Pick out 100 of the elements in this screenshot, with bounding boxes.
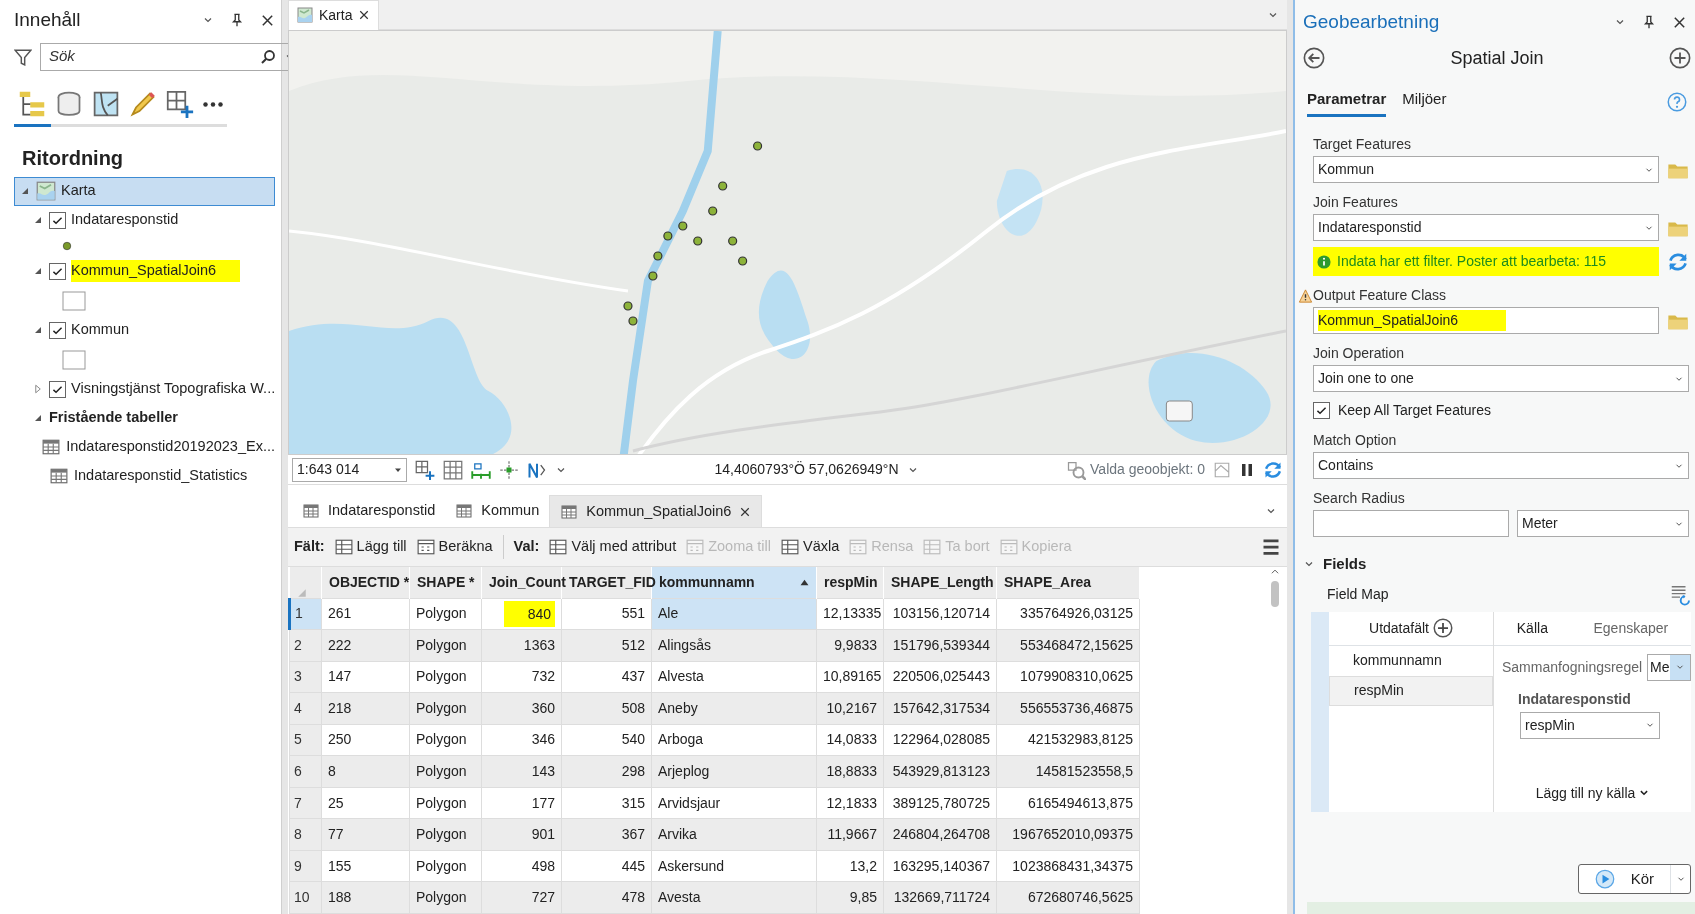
tree-item[interactable]: Karta	[14, 176, 275, 206]
pane-tab[interactable]: Parametrar	[1307, 87, 1387, 117]
row-number[interactable]: 5	[289, 724, 322, 756]
table-tab[interactable]: Kommun_SpatialJoin6	[549, 495, 763, 527]
refresh-icon[interactable]	[1263, 459, 1283, 480]
pane-tab[interactable]: Miljöer	[1402, 87, 1447, 117]
column-header[interactable]: respMin	[816, 567, 884, 598]
close-icon[interactable]	[1672, 14, 1687, 30]
input-field[interactable]	[1313, 510, 1509, 537]
checkbox[interactable]	[49, 211, 66, 229]
field-label: Match Option	[1313, 431, 1397, 450]
table-tab[interactable]: Indataresponstid	[292, 495, 446, 527]
row-number[interactable]: 1	[289, 598, 322, 630]
filter-icon[interactable]	[14, 47, 32, 66]
scale-field[interactable]: 1:643 014	[292, 457, 407, 482]
table-cell: 13,2	[816, 850, 884, 882]
toolbar-button[interactable]: Lägg till	[334, 536, 407, 558]
table-tool-icon	[334, 538, 353, 556]
table-cell: 261	[321, 598, 410, 630]
row-number[interactable]: 7	[289, 787, 322, 819]
field-label: Field Map	[1327, 585, 1389, 604]
table-cell: 556553736,46875	[996, 692, 1140, 725]
column-header[interactable]: SHAPE_Area	[996, 567, 1140, 598]
field-map-tab[interactable]: Egenskaper	[1593, 617, 1669, 639]
add-source-link[interactable]: Lägg till ny källa	[1535, 782, 1650, 804]
close-icon[interactable]	[739, 505, 752, 518]
input-field[interactable]: Kommun_SpatialJoin6	[1313, 307, 1659, 334]
fixed-zoom-icon[interactable]	[415, 459, 435, 480]
table-cell: 1023868431,34375	[996, 850, 1140, 882]
field-map-tab[interactable]: Källa	[1516, 617, 1548, 639]
row-number[interactable]: 4	[289, 692, 322, 725]
map-tab[interactable]: Karta	[288, 0, 380, 30]
field-list-item[interactable]: respMin	[1329, 675, 1493, 706]
row-number[interactable]: 9	[289, 850, 322, 882]
scroll-up-icon[interactable]	[1270, 567, 1280, 577]
column-header[interactable]: SHAPE_Length	[883, 567, 997, 598]
collapsed-icon[interactable]	[32, 383, 44, 395]
crosshair-icon[interactable]	[499, 459, 519, 480]
pin-icon[interactable]	[1642, 15, 1656, 30]
dropdown-field[interactable]: Me	[1647, 653, 1691, 681]
pause-icon[interactable]	[1239, 461, 1255, 478]
dropdown-field[interactable]: Meter	[1517, 510, 1689, 537]
checkbox[interactable]	[49, 380, 66, 398]
tree-item[interactable]: Kommun	[71, 319, 130, 341]
table-cell: Arboga	[651, 724, 817, 756]
add-field-icon[interactable]	[1432, 618, 1453, 638]
zoom-selection-icon[interactable]	[1066, 459, 1087, 480]
table-cell: 901	[481, 818, 562, 851]
table-cell: 250	[321, 724, 410, 756]
toolbar-button[interactable]: Beräkna	[416, 536, 493, 558]
scrollbar-thumb[interactable]	[1271, 581, 1279, 607]
row-number[interactable]: 10	[289, 881, 322, 914]
toolbar-button[interactable]: Växla	[781, 536, 840, 558]
dropdown-field[interactable]: Join one to one	[1313, 365, 1689, 392]
tree-item[interactable]: Indataresponstid20192023_Ex...	[66, 436, 275, 458]
column-header[interactable]: OBJECTID *	[321, 567, 410, 598]
checkbox[interactable]	[49, 262, 66, 280]
tree-item[interactable]: Indataresponstid	[71, 209, 179, 231]
field-label: Join Features	[1313, 193, 1398, 212]
dropdown-field[interactable]: Kommun	[1313, 156, 1659, 183]
dropdown-field[interactable]: respMin	[1520, 711, 1660, 739]
run-button[interactable]: Kör	[1577, 864, 1691, 894]
map-icon	[92, 90, 121, 118]
checkbox[interactable]	[49, 321, 66, 339]
dropdown-field[interactable]: Contains	[1313, 452, 1689, 479]
field-list-item[interactable]: kommunnamn	[1329, 645, 1493, 676]
table-tab[interactable]: Kommun	[445, 495, 550, 527]
pin-icon[interactable]	[230, 13, 244, 28]
table-cell: 346	[481, 724, 562, 756]
grid-icon[interactable]	[443, 459, 463, 480]
row-number[interactable]: 6	[289, 755, 322, 788]
close-icon[interactable]	[358, 9, 371, 21]
tree-item[interactable]: Indataresponstid_Statistics	[74, 465, 248, 487]
close-icon[interactable]	[260, 12, 275, 28]
tree-item[interactable]: Fristående tabeller	[49, 407, 178, 429]
reset-fields-icon[interactable]	[1669, 583, 1691, 606]
row-number[interactable]: 8	[289, 818, 322, 851]
tree-item[interactable]: Visningstjänst Topografiska W...	[71, 378, 276, 400]
dropdown-field[interactable]: Indataresponstid	[1313, 214, 1659, 241]
table-cell: 103156,120714	[883, 598, 997, 630]
table-cell: 218	[321, 692, 410, 725]
help-icon[interactable]	[1667, 92, 1687, 113]
back-icon[interactable]	[1303, 47, 1325, 69]
table-cell: 840	[481, 598, 562, 630]
toolbar-label: Val:	[513, 537, 540, 557]
section-heading[interactable]: Fields	[1323, 553, 1367, 576]
table-cell: 163295,140367	[883, 850, 997, 882]
table-cell: 8	[321, 755, 410, 788]
column-header[interactable]: SHAPE *	[409, 567, 482, 598]
table-cell: 143	[481, 755, 562, 788]
toolbar-button[interactable]: Välj med attribut	[549, 536, 677, 558]
table-cell: 25	[321, 787, 410, 819]
add-icon[interactable]	[1669, 47, 1691, 69]
checkbox[interactable]	[1313, 402, 1330, 419]
row-number[interactable]: 3	[289, 661, 322, 693]
column-label: Utdatafält	[1369, 618, 1429, 638]
tree-item[interactable]: Kommun_SpatialJoin6	[71, 260, 241, 282]
tool-title: Spatial Join	[1449, 46, 1545, 70]
menu-icon[interactable]	[1261, 537, 1281, 557]
row-number[interactable]: 2	[289, 629, 322, 662]
